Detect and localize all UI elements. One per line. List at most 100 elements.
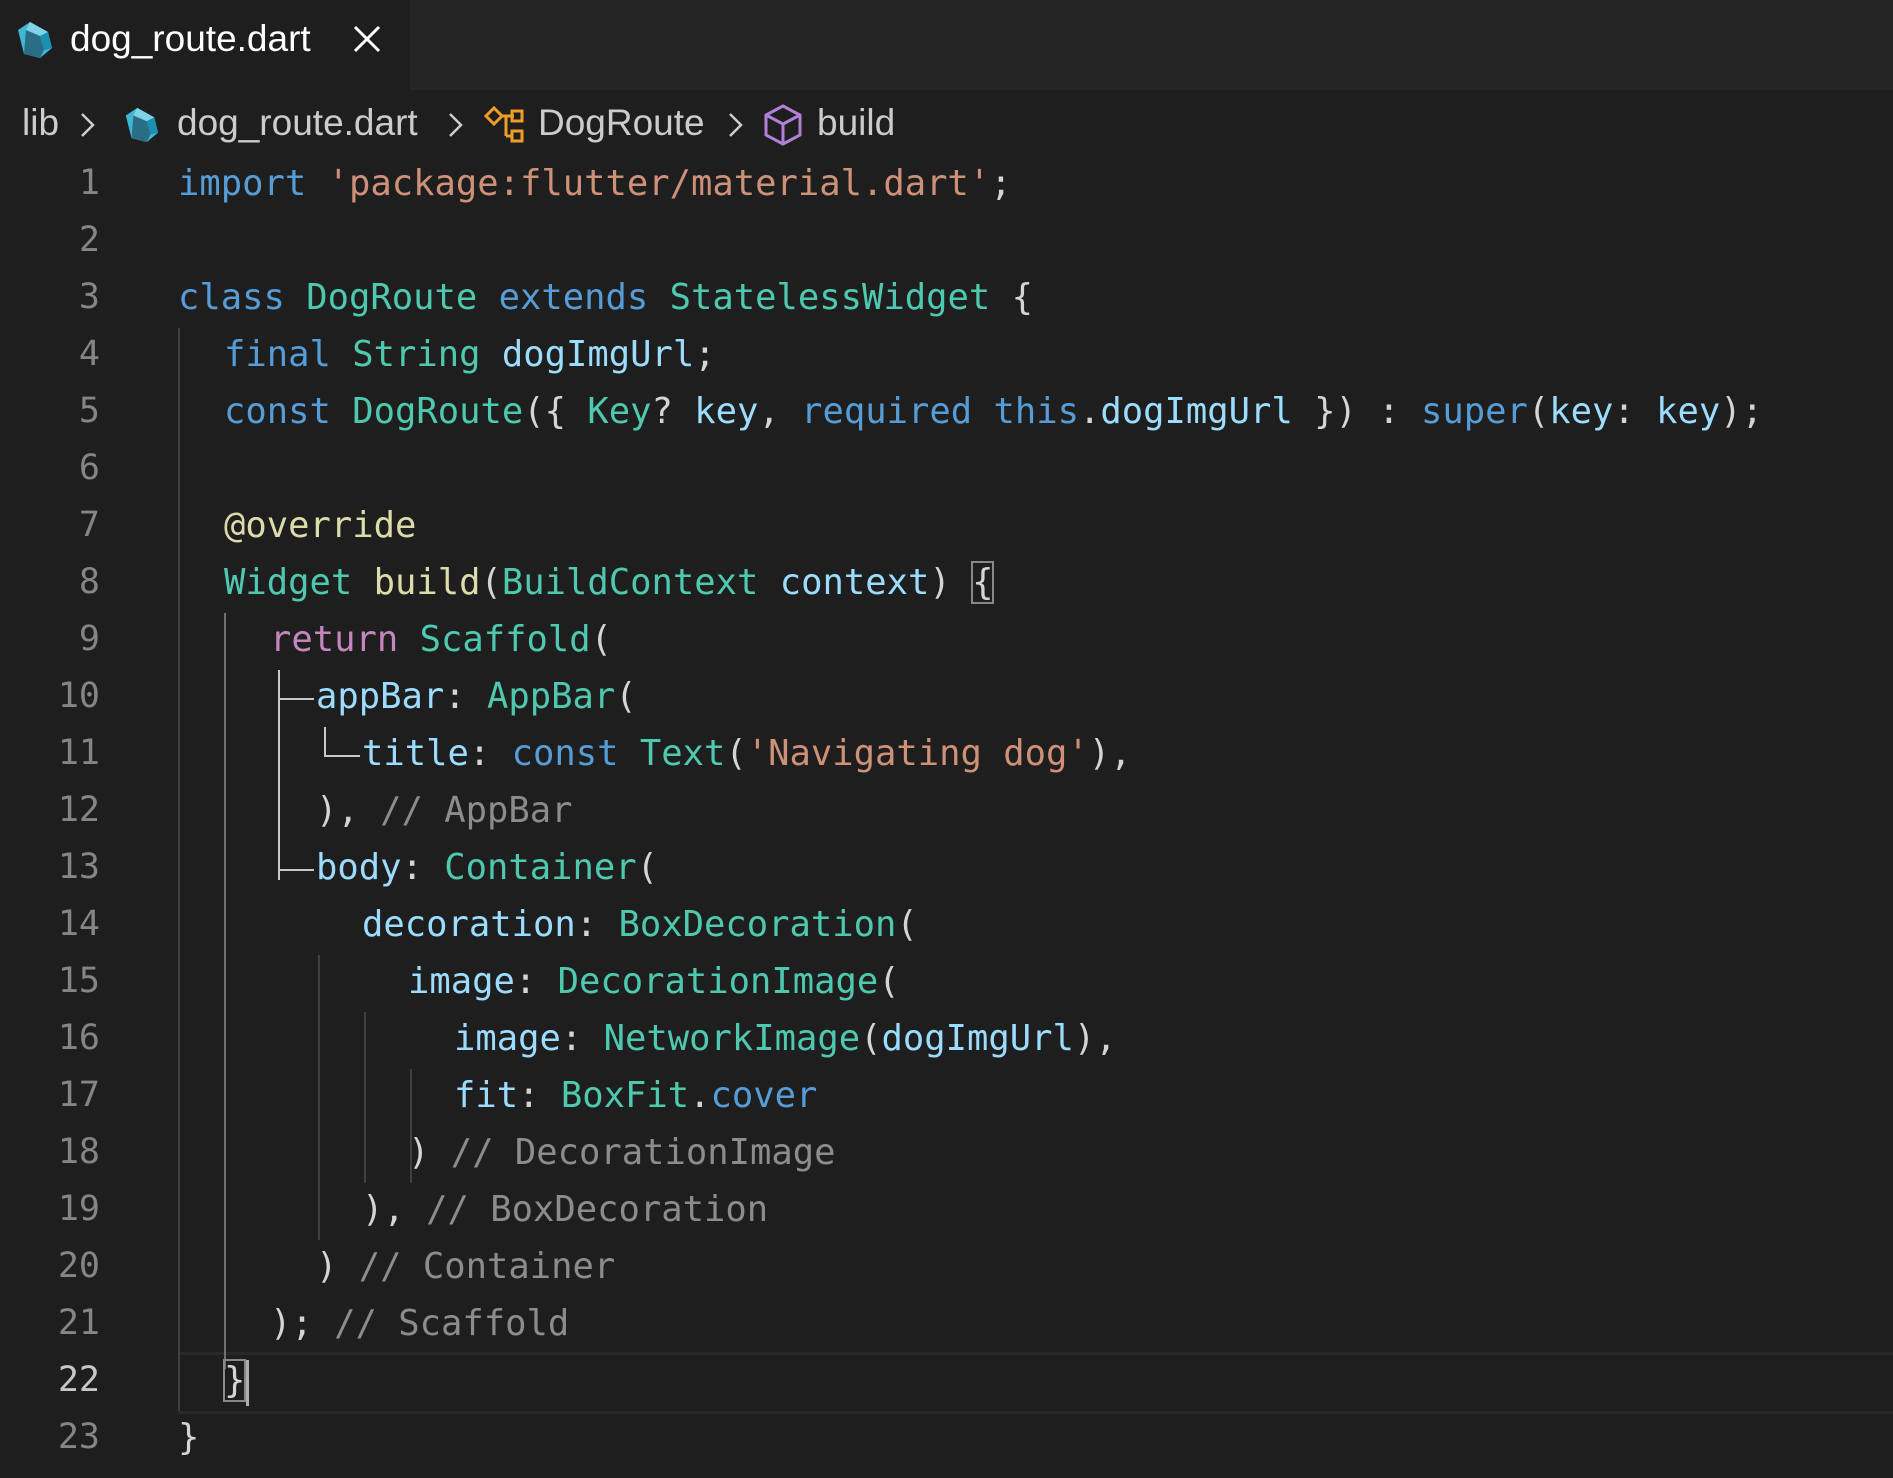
keyword: extends	[498, 277, 649, 318]
variable: key	[694, 391, 759, 432]
type-name: Key	[587, 391, 652, 432]
code-text: title: const Text('Navigating dog'),	[362, 733, 1131, 774]
closing-label-comment: // DecorationImage	[450, 1132, 836, 1173]
dart-icon	[125, 107, 159, 143]
type-name: BuildContext	[501, 562, 759, 603]
annotation: @override	[224, 505, 417, 546]
code-token: :	[560, 1018, 604, 1059]
code-text: ), // BoxDecoration	[362, 1189, 768, 1230]
line-number: 23	[57, 1417, 100, 1457]
current-line-highlight	[178, 1352, 1893, 1414]
text-cursor	[246, 1360, 249, 1406]
code-editor-window: dog_route.dart lib dog_route.dart DogRou…	[0, 0, 1893, 1478]
code-token: (	[590, 619, 612, 660]
type-name: BoxFit	[560, 1075, 690, 1116]
line-number: 11	[57, 733, 100, 773]
keyword: super	[1420, 391, 1528, 432]
code-token: ;	[694, 334, 716, 375]
code-text: @override	[224, 505, 416, 546]
line-number: 2	[78, 220, 100, 260]
variable: context	[779, 562, 930, 603]
closing-label-comment: // Scaffold	[334, 1303, 570, 1344]
breadcrumb: lib dog_route.dart DogRoute build	[0, 100, 1893, 154]
enum-value: cover	[710, 1075, 818, 1116]
tab-dog-route[interactable]: dog_route.dart	[0, 0, 410, 90]
widget-tree-line	[278, 869, 314, 871]
keyword: return	[270, 619, 399, 660]
code-text: final String dogImgUrl;	[224, 334, 716, 375]
code-token: (	[1527, 391, 1550, 432]
code-text: }	[222, 1359, 247, 1402]
code-token: ),	[362, 1189, 405, 1230]
code-text: }	[178, 1417, 199, 1458]
code-text: ) // DecorationImage	[408, 1132, 835, 1173]
line-number: 10	[57, 676, 100, 716]
code-text: class DogRoute extends StatelessWidget {	[178, 277, 1033, 318]
type-name: AppBar	[487, 676, 616, 717]
code-token: :	[444, 676, 487, 717]
code-text: const DogRoute({ Key? key, required this…	[224, 391, 1763, 432]
breadcrumb-class[interactable]: DogRoute	[538, 102, 705, 144]
chevron-right-icon	[81, 113, 95, 137]
code-token: ;	[990, 163, 1012, 204]
close-icon[interactable]	[350, 22, 384, 56]
code-token: (	[860, 1018, 882, 1059]
line-number: 7	[78, 505, 100, 545]
indent-guide	[364, 1012, 366, 1183]
breadcrumb-folder[interactable]: lib	[22, 102, 59, 144]
code-line: 15	[0, 955, 1893, 1012]
code-line: 14	[0, 898, 1893, 955]
code-text: body: Container(	[316, 847, 658, 888]
tab-label: dog_route.dart	[70, 18, 311, 59]
breadcrumb-file[interactable]: dog_route.dart	[177, 102, 418, 144]
code-token: ),	[1073, 1018, 1117, 1059]
code-token: :	[1613, 391, 1657, 432]
named-arg: body	[316, 847, 402, 888]
code-token: ),	[316, 790, 359, 831]
breadcrumb-method[interactable]: build	[817, 102, 895, 144]
chevron-right-icon	[729, 113, 743, 137]
string-literal: 'Navigating dog'	[746, 733, 1089, 774]
code-token: .	[689, 1075, 711, 1116]
named-arg: image	[454, 1018, 561, 1059]
widget-tree-line	[278, 670, 280, 880]
keyword: const	[511, 733, 619, 774]
type-name: DogRoute	[352, 391, 524, 432]
code-token: (	[725, 733, 747, 774]
matched-bracket: {	[971, 561, 995, 604]
line-number-active: 22	[57, 1360, 100, 1400]
line-number: 13	[57, 847, 100, 887]
line-number: 8	[78, 562, 100, 602]
line-number: 15	[57, 961, 100, 1001]
code-token: ({	[523, 391, 588, 432]
type-name: DecorationImage	[557, 961, 879, 1002]
code-editor[interactable]: 1 2 3 4 5 6 7 8 9 10 11 12 13 14 15 16 1…	[0, 157, 1893, 1478]
variable: key	[1549, 391, 1614, 432]
dart-icon	[18, 22, 52, 58]
code-token: );	[270, 1303, 313, 1344]
type-name: DogRoute	[306, 277, 478, 318]
line-number: 20	[57, 1246, 100, 1286]
function-name: build	[373, 562, 481, 603]
line-number: 4	[78, 334, 100, 374]
line-number: 12	[57, 790, 100, 830]
code-token: (	[480, 562, 502, 603]
code-text: Widget build(BuildContext context) {	[224, 561, 995, 604]
code-token: ),	[1088, 733, 1132, 774]
type-name: NetworkImage	[603, 1018, 861, 1059]
code-token: }) :	[1292, 391, 1421, 432]
code-line: 2	[0, 214, 1893, 271]
indent-guide-active	[224, 613, 226, 1369]
code-token: ?	[651, 391, 695, 432]
line-number: 9	[78, 619, 100, 659]
code-token: }	[178, 1417, 200, 1458]
